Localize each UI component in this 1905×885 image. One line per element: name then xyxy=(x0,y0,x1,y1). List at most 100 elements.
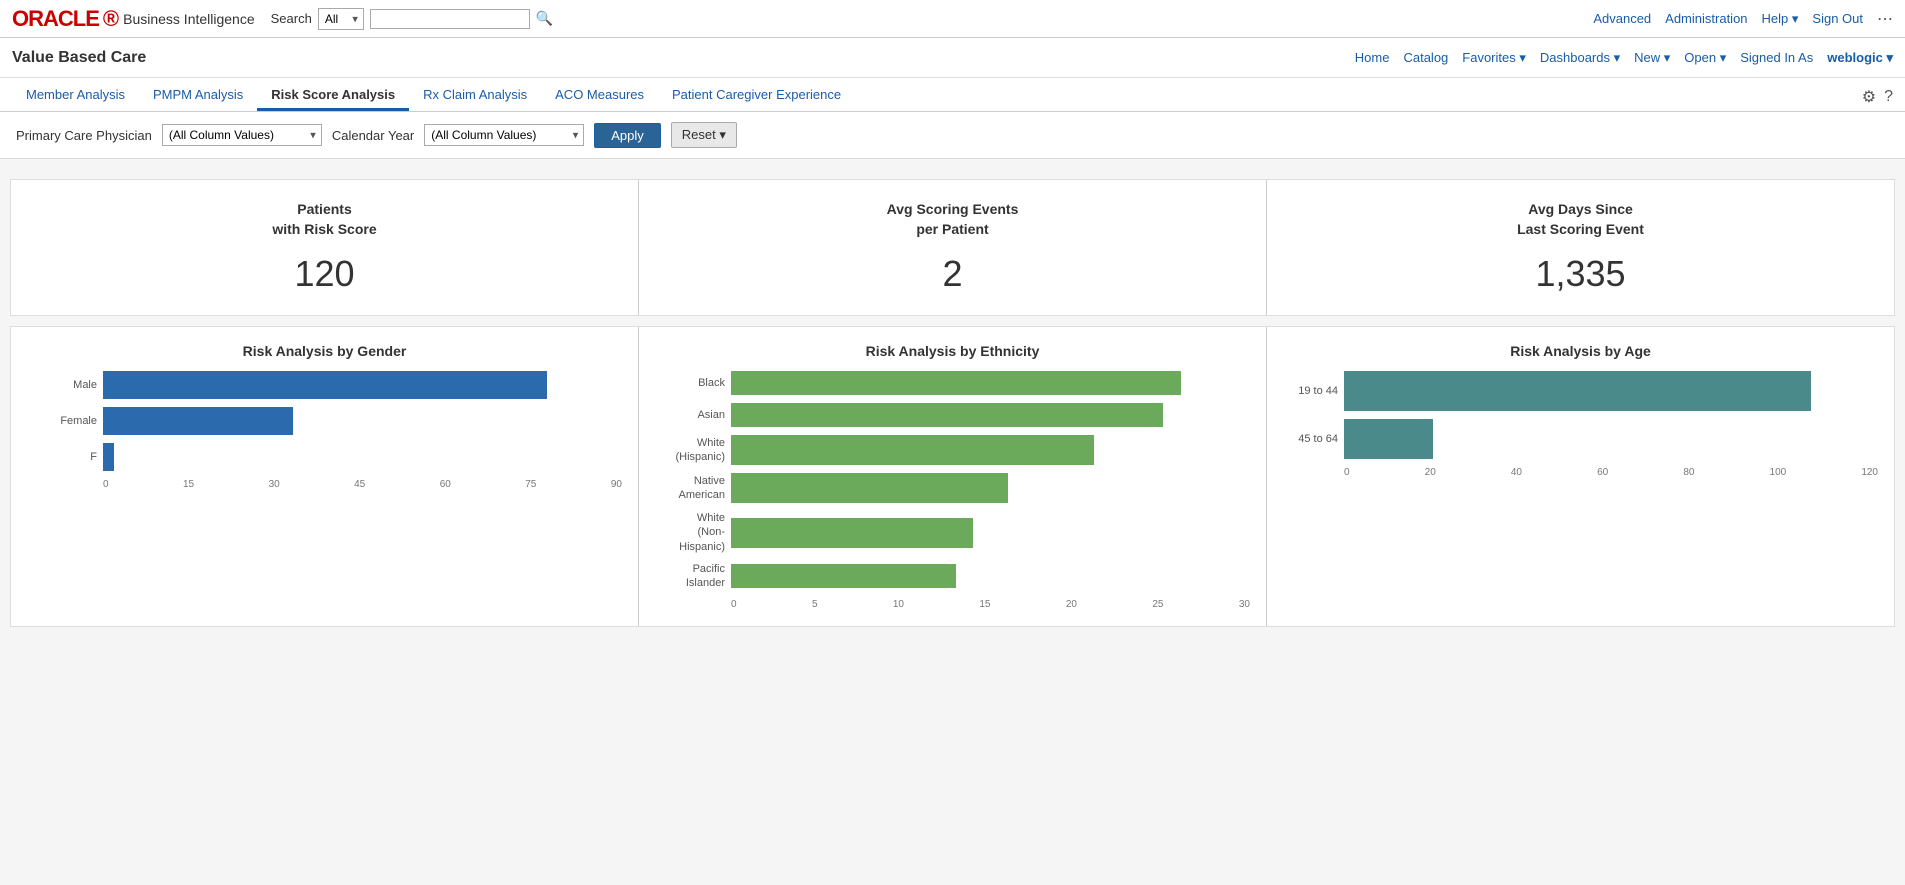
bar-row-male: Male xyxy=(27,371,622,399)
axis-age-20: 20 xyxy=(1425,467,1436,478)
settings-icon[interactable]: ⚙ xyxy=(1862,87,1876,107)
bar-row-pacific-islander: Pacific Islander xyxy=(655,562,1250,591)
tab-icons: ⚙ ? xyxy=(1862,87,1893,111)
home-link[interactable]: Home xyxy=(1355,50,1390,65)
help-icon[interactable]: ? xyxy=(1884,88,1893,106)
search-input[interactable] xyxy=(370,9,530,29)
main-content: Patientswith Risk Score 120 Avg Scoring … xyxy=(0,159,1905,647)
kpi-avg-days-since: Avg Days SinceLast Scoring Event 1,335 xyxy=(1267,180,1894,315)
axis-eth-25: 25 xyxy=(1152,599,1163,610)
bar-container-white-nonhispanic xyxy=(731,518,1250,548)
bar-container-asian xyxy=(731,403,1250,427)
bar-label-male: Male xyxy=(27,378,97,392)
search-scope-wrap[interactable]: All xyxy=(318,8,364,30)
pcp-filter-wrap[interactable]: (All Column Values) xyxy=(162,124,322,146)
search-scope-select[interactable]: All xyxy=(318,8,364,30)
advanced-link[interactable]: Advanced xyxy=(1593,11,1651,26)
top-nav-left: ORACLE ® Business Intelligence Search Al… xyxy=(12,6,553,32)
axis-75: 75 xyxy=(525,479,536,490)
kpi-days-title: Avg Days SinceLast Scoring Event xyxy=(1287,200,1874,239)
kpi-avg-scoring-events: Avg Scoring Eventsper Patient 2 xyxy=(639,180,1267,315)
bar-label-black: Black xyxy=(655,376,725,390)
axis-age-120: 120 xyxy=(1861,467,1878,478)
axis-eth-15: 15 xyxy=(979,599,990,610)
chart-ethnicity-title: Risk Analysis by Ethnicity xyxy=(655,343,1250,359)
bar-container-black xyxy=(731,371,1250,395)
bar-label-19-44: 19 to 44 xyxy=(1283,384,1338,398)
axis-0: 0 xyxy=(103,479,109,490)
bar-row-native-american: NativeAmerican xyxy=(655,473,1250,503)
apply-button[interactable]: Apply xyxy=(594,123,661,148)
axis-45: 45 xyxy=(354,479,365,490)
charts-row: Risk Analysis by Gender Male Female xyxy=(10,326,1895,626)
second-navigation: Value Based Care Home Catalog Favorites … xyxy=(0,38,1905,78)
bar-row-white-nonhispanic: White(Non-Hispanic) xyxy=(655,511,1250,554)
username-link[interactable]: weblogic ▾ xyxy=(1827,50,1893,66)
oracle-brand: ORACLE xyxy=(12,6,99,32)
top-navigation: ORACLE ® Business Intelligence Search Al… xyxy=(0,0,1905,38)
chart-gender-axis: 0 15 30 45 60 75 90 xyxy=(103,479,622,490)
axis-eth-10: 10 xyxy=(893,599,904,610)
tab-pmpm-analysis[interactable]: PMPM Analysis xyxy=(139,81,257,111)
bar-container-45-64 xyxy=(1344,419,1878,459)
chart-ethnicity: Risk Analysis by Ethnicity Black Asian W… xyxy=(639,327,1267,625)
bar-label-pacific-islander: Pacific Islander xyxy=(655,562,725,591)
cy-filter-label: Calendar Year xyxy=(332,128,414,143)
favorites-link[interactable]: Favorites ▾ xyxy=(1462,50,1526,66)
search-area: Search All 🔍 xyxy=(271,8,554,30)
kpi-row: Patientswith Risk Score 120 Avg Scoring … xyxy=(10,179,1895,316)
kpi-patients-risk-score: Patientswith Risk Score 120 xyxy=(11,180,639,315)
top-nav-right: Advanced Administration Help ▾ Sign Out … xyxy=(1593,9,1893,29)
bar-row-19-44: 19 to 44 xyxy=(1283,371,1878,411)
axis-30: 30 xyxy=(269,479,280,490)
kpi-patients-value: 120 xyxy=(31,253,618,295)
dashboards-link[interactable]: Dashboards ▾ xyxy=(1540,50,1620,66)
axis-eth-30: 30 xyxy=(1239,599,1250,610)
tabs-row: Member Analysis PMPM Analysis Risk Score… xyxy=(0,78,1905,112)
catalog-link[interactable]: Catalog xyxy=(1403,50,1448,65)
bar-container-male xyxy=(103,371,622,399)
help-link[interactable]: Help ▾ xyxy=(1762,11,1799,27)
bar-label-f: F xyxy=(27,450,97,464)
bar-label-white-hispanic: White(Hispanic) xyxy=(655,436,725,465)
axis-eth-0: 0 xyxy=(731,599,737,610)
bar-row-black: Black xyxy=(655,371,1250,395)
reset-button[interactable]: Reset ▾ xyxy=(671,122,737,148)
bar-label-45-64: 45 to 64 xyxy=(1283,432,1338,446)
kpi-scoring-title: Avg Scoring Eventsper Patient xyxy=(659,200,1246,239)
chart-age-title: Risk Analysis by Age xyxy=(1283,343,1878,359)
tab-risk-score-analysis[interactable]: Risk Score Analysis xyxy=(257,81,409,111)
chart-gender-title: Risk Analysis by Gender xyxy=(27,343,622,359)
signout-link[interactable]: Sign Out xyxy=(1812,11,1863,26)
bar-label-native-american: NativeAmerican xyxy=(655,474,725,503)
cy-filter-wrap[interactable]: (All Column Values) xyxy=(424,124,584,146)
bar-container-pacific-islander xyxy=(731,564,1250,588)
app-title: Value Based Care xyxy=(12,49,146,67)
bar-label-white-nonhispanic: White(Non-Hispanic) xyxy=(655,511,725,554)
pcp-filter-label: Primary Care Physician xyxy=(16,128,152,143)
tab-rx-claim-analysis[interactable]: Rx Claim Analysis xyxy=(409,81,541,111)
chart-age: Risk Analysis by Age 19 to 44 45 to 64 0 xyxy=(1267,327,1894,625)
options-icon[interactable]: ⋯ xyxy=(1877,9,1893,29)
pcp-filter-select[interactable]: (All Column Values) xyxy=(162,124,322,146)
bar-container-female xyxy=(103,407,622,435)
tab-member-analysis[interactable]: Member Analysis xyxy=(12,81,139,111)
cy-filter-select[interactable]: (All Column Values) xyxy=(424,124,584,146)
chart-ethnicity-axis: 0 5 10 15 20 25 30 xyxy=(731,599,1250,610)
new-link[interactable]: New ▾ xyxy=(1634,50,1670,66)
search-button[interactable]: 🔍 xyxy=(536,10,553,27)
filter-row: Primary Care Physician (All Column Value… xyxy=(0,112,1905,159)
open-link[interactable]: Open ▾ xyxy=(1684,50,1726,66)
tab-aco-measures[interactable]: ACO Measures xyxy=(541,81,658,111)
axis-age-60: 60 xyxy=(1597,467,1608,478)
bar-row-asian: Asian xyxy=(655,403,1250,427)
tab-patient-caregiver[interactable]: Patient Caregiver Experience xyxy=(658,81,855,111)
bar-label-female: Female xyxy=(27,414,97,428)
axis-age-100: 100 xyxy=(1770,467,1787,478)
bar-container-native-american xyxy=(731,473,1250,503)
kpi-days-value: 1,335 xyxy=(1287,253,1874,295)
administration-link[interactable]: Administration xyxy=(1665,11,1747,26)
chart-gender: Risk Analysis by Gender Male Female xyxy=(11,327,639,625)
chart-age-bars: 19 to 44 45 to 64 xyxy=(1283,371,1878,459)
axis-90: 90 xyxy=(611,479,622,490)
